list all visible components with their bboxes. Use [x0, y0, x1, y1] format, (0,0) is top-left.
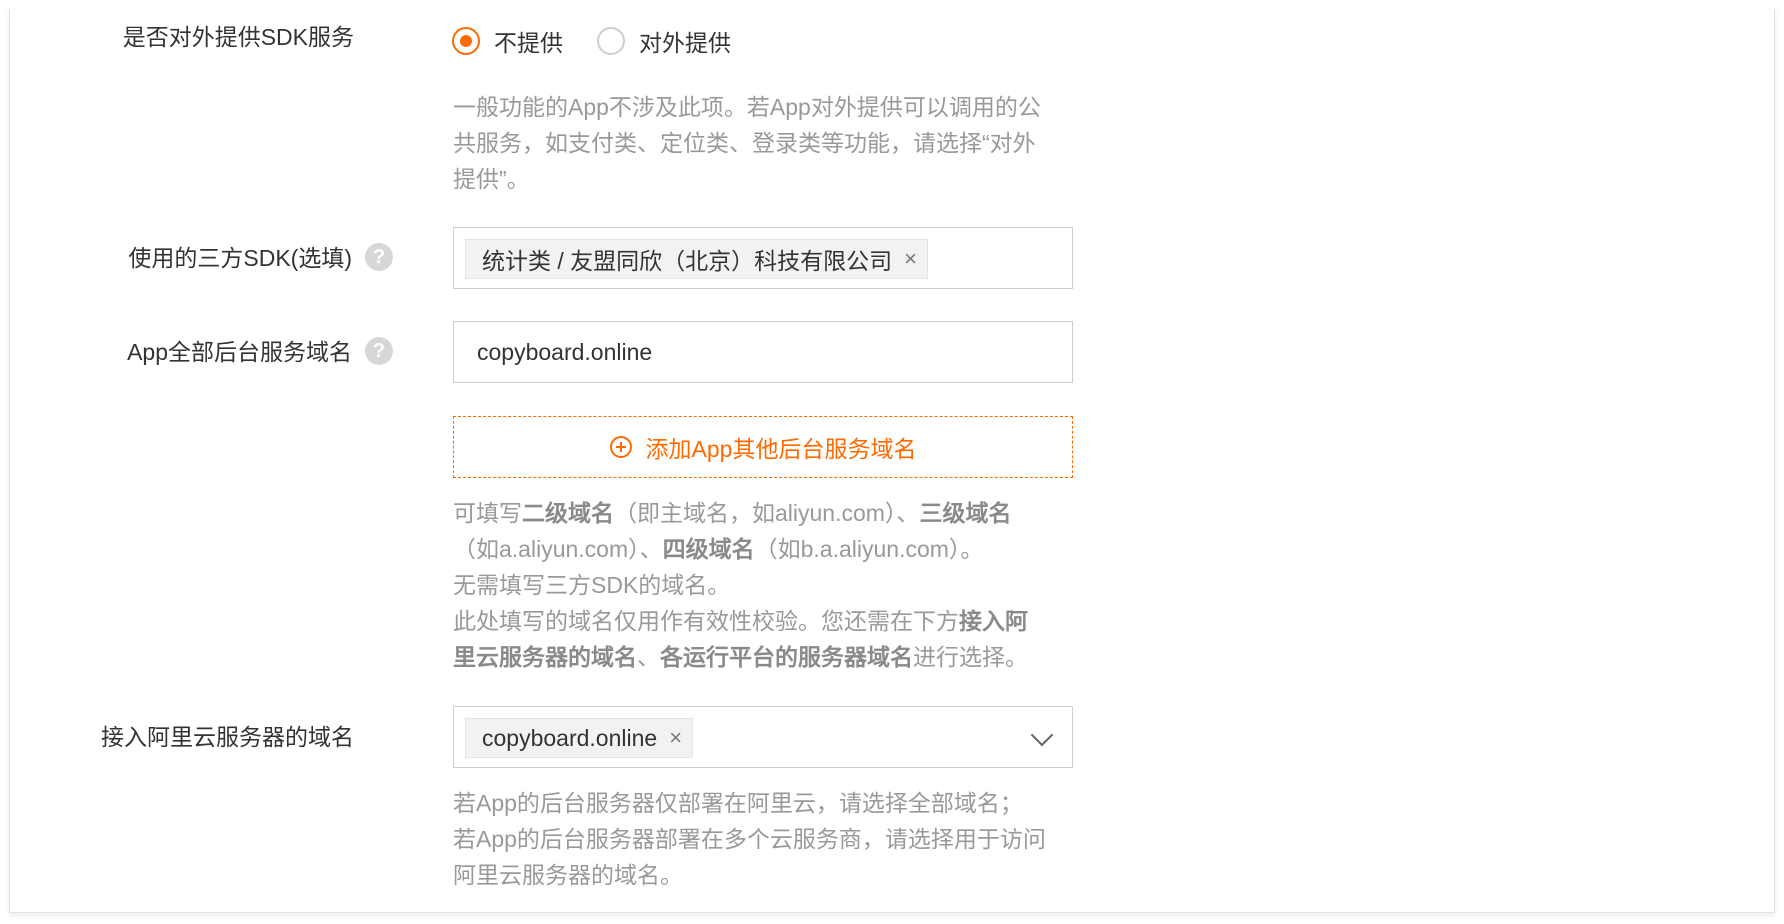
add-domain-button-label: 添加App其他后台服务域名: [645, 436, 917, 462]
help-line: 里云服务器的域名、各运行平台的服务器域名进行选择。: [453, 644, 1028, 670]
help-line: 阿里云服务器的域名。: [453, 862, 683, 888]
app-domain-input[interactable]: copyboard.online: [453, 321, 1073, 383]
help-line: 提供”。: [453, 166, 530, 192]
chevron-down-icon[interactable]: [1030, 723, 1054, 747]
add-circle-icon: [609, 436, 632, 458]
third-party-sdk-label: 使用的三方SDK(选填): [128, 245, 352, 271]
domain-help: 可填写二级域名（即主域名，如aliyun.com）、三级域名 （如a.aliyu…: [453, 495, 1073, 675]
close-icon[interactable]: ×: [669, 725, 682, 751]
help-line: （如a.aliyun.com）、四级域名（如b.a.aliyun.com）。: [453, 536, 984, 562]
aliyun-domain-select[interactable]: copyboard.online ×: [453, 706, 1073, 768]
third-party-sdk-select[interactable]: 统计类 / 友盟同欣（北京）科技有限公司 ×: [453, 227, 1073, 289]
domain-tag: copyboard.online ×: [465, 718, 694, 758]
radio-provide[interactable]: 对外提供: [597, 24, 731, 58]
radio-checked-icon[interactable]: [452, 27, 480, 55]
app-domain-label: App全部后台服务域名: [127, 339, 352, 365]
help-line: 若App的后台服务器仅部署在阿里云，请选择全部域名；: [453, 790, 1023, 816]
help-line: 共服务，如支付类、定位类、登录类等功能，请选择“对外: [453, 130, 1036, 156]
radio-provide-label[interactable]: 对外提供: [639, 24, 731, 58]
aliyun-domain-help: 若App的后台服务器仅部署在阿里云，请选择全部域名； 若App的后台服务器部署在…: [453, 785, 1073, 893]
help-question-icon[interactable]: ?: [365, 243, 393, 271]
add-domain-button[interactable]: 添加App其他后台服务域名: [453, 416, 1073, 478]
help-line: 此处填写的域名仅用作有效性校验。您还需在下方接入阿: [453, 608, 1028, 634]
sdk-service-radio-group: 不提供 对外提供: [452, 24, 765, 58]
app-domain-value[interactable]: copyboard.online: [477, 322, 652, 382]
close-icon[interactable]: ×: [904, 246, 917, 272]
help-line: 一般功能的App不涉及此项。若App对外提供可以调用的公: [453, 94, 1041, 120]
sdk-tag: 统计类 / 友盟同欣（北京）科技有限公司 ×: [465, 239, 929, 279]
sdk-service-help: 一般功能的App不涉及此项。若App对外提供可以调用的公 共服务，如支付类、定位…: [453, 89, 1073, 197]
sdk-service-label: 是否对外提供SDK服务: [122, 24, 354, 50]
radio-not-provide[interactable]: 不提供: [452, 24, 563, 58]
radio-not-provide-label[interactable]: 不提供: [494, 24, 563, 58]
domain-tag-text: copyboard.online: [482, 724, 658, 751]
aliyun-domain-label: 接入阿里云服务器的域名: [101, 724, 354, 750]
help-line: 无需填写三方SDK的域名。: [453, 572, 731, 598]
help-line: 若App的后台服务器部署在多个云服务商，请选择用于访问: [453, 826, 1046, 852]
radio-unchecked-icon[interactable]: [597, 27, 625, 55]
help-question-icon[interactable]: ?: [365, 337, 393, 365]
sdk-tag-text: 统计类 / 友盟同欣（北京）科技有限公司: [482, 248, 893, 274]
help-line: 可填写二级域名（即主域名，如aliyun.com）、三级域名: [453, 500, 1012, 526]
